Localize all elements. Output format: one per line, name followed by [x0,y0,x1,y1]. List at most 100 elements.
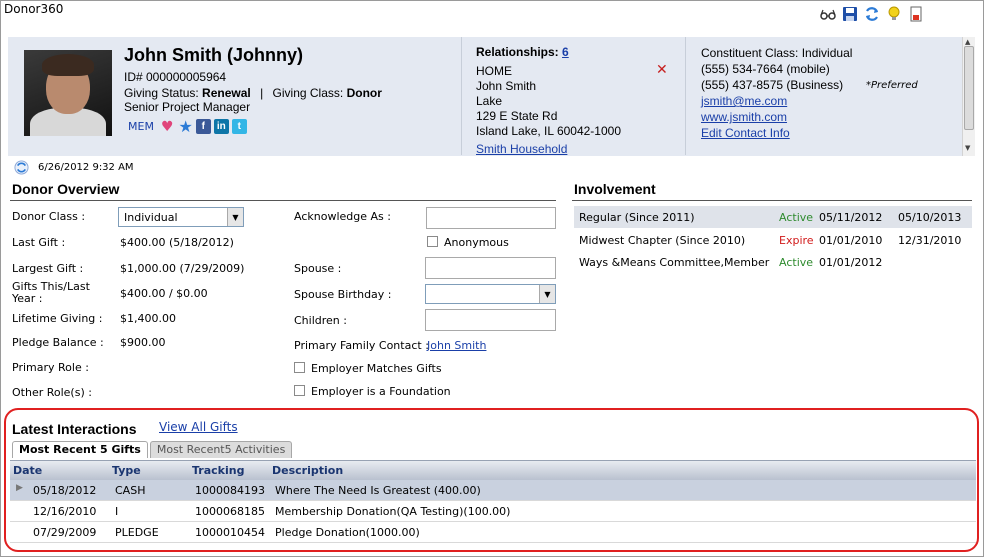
address-line2: 129 E State Rd [476,109,558,123]
giving-status-value: Renewal [202,86,251,100]
facebook-icon[interactable]: f [195,119,211,134]
involvement-status: Active [779,256,814,269]
primary-family-label: Primary Family Contact : [294,339,429,352]
star-icon[interactable]: ★ [179,117,193,136]
constituent-name: John Smith (Johnny) [124,45,303,65]
address-line3: Island Lake, IL 60042-1000 [476,124,622,138]
relationships-count-link[interactable]: 6 [562,45,569,59]
involvement-end: 05/10/2013 [898,211,962,224]
lightbulb-icon[interactable] [886,6,902,22]
involvement-row[interactable]: Regular (Since 2011) Active 05/11/2012 0… [574,206,972,228]
glasses-icon[interactable] [820,6,836,22]
involvement-status: Expire [779,234,814,247]
spouse-label: Spouse : [294,262,342,275]
employer-matches-label: Employer Matches Gifts [311,362,442,375]
gifts-this-last-value: $400.00 / $0.00 [120,287,208,300]
chevron-down-icon[interactable]: ▼ [227,208,243,226]
employer-matches-checkbox[interactable] [294,362,305,373]
donor-overview-rule [10,200,556,201]
involvement-title: Involvement [574,181,656,197]
print-icon[interactable] [908,6,924,22]
address-type: HOME [476,64,512,78]
involvement-row[interactable]: Midwest Chapter (Since 2010) Expire 01/0… [574,229,972,251]
employer-foundation-checkbox[interactable] [294,385,305,396]
save-icon[interactable] [842,6,858,22]
anonymous-checkbox[interactable] [427,236,438,247]
edit-contact-link[interactable]: Edit Contact Info [701,126,790,140]
close-icon[interactable]: ✕ [656,62,668,78]
heart-icon[interactable]: ♥ [161,119,174,135]
social-bar: MEM ♥ ★ f in t [128,117,247,136]
primary-role-label: Primary Role : [12,361,89,374]
relationships: Relationships: 6 [476,45,569,59]
primary-family-link[interactable]: John Smith [427,339,486,352]
acknowledge-input[interactable] [426,207,556,229]
other-roles-label: Other Role(s) : [12,386,92,399]
spouse-birthday-label: Spouse Birthday : [294,288,392,301]
involvement-name: Ways &Means Committee,Member [579,256,770,269]
header-divider [461,37,462,155]
address-name: John Smith [476,79,537,93]
twitter-icon[interactable]: t [231,119,247,134]
giving-line: Giving Status: Renewal | Giving Class: D… [124,86,382,100]
job-title: Senior Project Manager [124,100,251,114]
header-scrollbar[interactable]: ▲ ▼ [962,37,975,156]
chevron-down-icon[interactable]: ▼ [539,285,555,303]
scroll-up-icon[interactable]: ▲ [965,38,970,46]
household-link[interactable]: Smith Household [476,142,567,156]
involvement-name: Regular (Since 2011) [579,211,695,224]
constituent-class: Constituent Class: Individual [701,46,853,60]
involvement-start: 01/01/2012 [819,256,883,269]
phone-mobile: (555) 534-7664 (mobile) [701,62,830,76]
phone-business: (555) 437-8575 (Business) [701,78,844,92]
donor-class-label: Donor Class : [12,210,86,223]
involvement-start: 05/11/2012 [819,211,883,224]
scroll-down-icon[interactable]: ▼ [965,144,970,152]
acknowledge-label: Acknowledge As : [294,210,391,223]
spouse-birthday-picker[interactable]: ▼ [425,284,556,304]
timestamp: 6/26/2012 9:32 AM [38,162,134,173]
largest-gift-label: Largest Gift : [12,262,84,275]
linkedin-icon[interactable]: in [213,119,229,134]
involvement-name: Midwest Chapter (Since 2010) [579,234,746,247]
address-line1: Lake [476,94,503,108]
membership-link[interactable]: MEM [128,120,154,133]
anonymous-label: Anonymous [444,236,509,249]
involvement-start: 01/01/2010 [819,234,883,247]
refresh-icon[interactable] [14,160,29,175]
constituent-photo [24,50,112,136]
donor-class-value: Individual [124,211,178,224]
refresh-icon[interactable] [864,6,880,22]
donor-overview-title: Donor Overview [12,181,120,197]
email-link[interactable]: jsmith@me.com [701,94,787,108]
involvement-end: 12/31/2010 [898,234,962,247]
donor-class-select[interactable]: Individual ▼ [118,207,244,227]
children-input[interactable] [425,309,556,331]
giving-status-label: Giving Status: [124,86,199,100]
involvement-row[interactable]: Ways &Means Committee,Member Active 01/0… [574,251,972,273]
header-divider [685,37,686,155]
children-label: Children : [294,314,347,327]
involvement-rule [572,200,972,201]
lifetime-giving-label: Lifetime Giving : [12,312,103,325]
employer-foundation-label: Employer is a Foundation [311,385,451,398]
last-gift-value: $400.00 (5/18/2012) [120,236,234,249]
constituent-id: ID# 000000005964 [124,70,227,84]
pledge-balance-label: Pledge Balance : [12,336,104,349]
giving-class-value: Donor [346,86,382,100]
scroll-thumb[interactable] [964,46,974,130]
highlight-outline [4,408,979,552]
toolbar [820,6,924,22]
lifetime-giving-value: $1,400.00 [120,312,176,325]
app-title: Donor360 [4,2,64,16]
last-gift-label: Last Gift : [12,236,66,249]
website-link[interactable]: www.jsmith.com [701,110,787,124]
involvement-status: Active [779,211,814,224]
largest-gift-value: $1,000.00 (7/29/2009) [120,262,245,275]
giving-class-label: Giving Class: [272,86,344,100]
pledge-balance-value: $900.00 [120,336,166,349]
gifts-this-last-label-2: Year : [12,292,43,305]
relationships-label: Relationships: [476,45,559,59]
preferred-label: *Preferred [866,80,918,91]
spouse-input[interactable] [425,257,556,279]
